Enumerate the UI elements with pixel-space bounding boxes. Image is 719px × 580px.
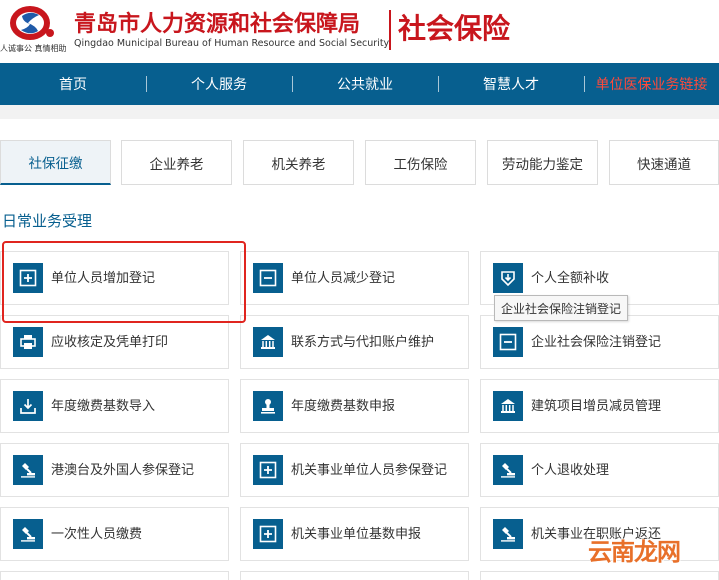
nav-spacer bbox=[0, 105, 719, 119]
import-icon bbox=[13, 391, 43, 421]
bank-icon bbox=[253, 327, 283, 357]
tab-social-insurance-collection[interactable]: 社保征缴 bbox=[0, 140, 111, 185]
printer-icon bbox=[13, 327, 43, 357]
title-divider bbox=[389, 10, 391, 50]
card-label: 单位人员增加登记 bbox=[51, 270, 156, 286]
card-label: 建筑项目增员减员管理 bbox=[531, 398, 662, 414]
card-label: 一次性人员缴费 bbox=[51, 526, 143, 542]
card-label: 单位人员减少登记 bbox=[291, 270, 396, 286]
card-label: 个人全额补收 bbox=[531, 270, 610, 286]
tooltip: 企业社会保险注销登记 bbox=[494, 295, 629, 321]
card-one-time-payment[interactable]: 一次性人员缴费 bbox=[0, 507, 229, 561]
nav-item-home[interactable]: 首页 bbox=[0, 63, 146, 105]
card-label: 港澳台及外国人参保登记 bbox=[51, 462, 195, 478]
tab-work-injury-insurance[interactable]: 工伤保险 bbox=[365, 140, 476, 185]
card-row-partial bbox=[240, 571, 469, 580]
card-contact-and-deduction-account[interactable]: 联系方式与代扣账户维护 bbox=[240, 315, 469, 369]
logo-slogan: 人诚事公 真情相助 bbox=[0, 44, 67, 53]
card-label: 机关事业单位人员参保登记 bbox=[291, 462, 448, 478]
site-subtitle: Qingdao Municipal Bureau of Human Resour… bbox=[74, 38, 390, 49]
card-row-partial bbox=[0, 571, 229, 580]
watermark: 云南龙网 bbox=[588, 538, 681, 566]
bank-icon bbox=[493, 391, 523, 421]
site-title[interactable]: 青岛市人力资源和社会保障局 bbox=[74, 6, 360, 38]
card-label: 个人退收处理 bbox=[531, 462, 610, 478]
card-row-partial bbox=[480, 571, 719, 580]
add-box-icon bbox=[253, 519, 283, 549]
card-construction-project-staff-management[interactable]: 建筑项目增员减员管理 bbox=[480, 379, 719, 433]
card-label: 应收核定及凭单打印 bbox=[51, 334, 169, 350]
minus-box-icon bbox=[493, 327, 523, 357]
download-shield-icon bbox=[493, 263, 523, 293]
card-receivable-verification-print[interactable]: 应收核定及凭单打印 bbox=[0, 315, 229, 369]
stamp-icon bbox=[13, 519, 43, 549]
stamp-icon bbox=[13, 455, 43, 485]
section-title-social-insurance: 社会保险 bbox=[398, 12, 511, 45]
section-heading-daily-business: 日常业务受理 bbox=[2, 212, 93, 230]
bureau-logo-icon[interactable] bbox=[6, 4, 62, 42]
card-institution-base-declaration[interactable]: 机关事业单位基数申报 bbox=[240, 507, 469, 561]
nav-item-personal-services[interactable]: 个人服务 bbox=[146, 63, 292, 105]
card-remove-employee-registration[interactable]: 单位人员减少登记 bbox=[240, 251, 469, 305]
tab-institution-pension[interactable]: 机关养老 bbox=[243, 140, 354, 185]
tab-enterprise-pension[interactable]: 企业养老 bbox=[121, 140, 232, 185]
card-enterprise-insurance-cancellation[interactable]: 企业社会保险注销登记 bbox=[480, 315, 719, 369]
card-personal-refund-processing[interactable]: 个人退收处理 bbox=[480, 443, 719, 497]
card-institution-staff-enrollment[interactable]: 机关事业单位人员参保登记 bbox=[240, 443, 469, 497]
tab-fast-track[interactable]: 快速通道 bbox=[609, 140, 719, 185]
card-annual-base-import[interactable]: 年度缴费基数导入 bbox=[0, 379, 229, 433]
card-label: 年度缴费基数导入 bbox=[51, 398, 156, 414]
card-label: 联系方式与代扣账户维护 bbox=[291, 334, 435, 350]
nav-item-public-employment[interactable]: 公共就业 bbox=[292, 63, 438, 105]
card-label: 年度缴费基数申报 bbox=[291, 398, 396, 414]
tab-labor-capacity-appraisal[interactable]: 劳动能力鉴定 bbox=[487, 140, 598, 185]
stamp-icon bbox=[253, 391, 283, 421]
stamp-icon bbox=[493, 455, 523, 485]
add-box-icon bbox=[13, 263, 43, 293]
card-hk-macao-taiwan-foreigner-registration[interactable]: 港澳台及外国人参保登记 bbox=[0, 443, 229, 497]
minus-box-icon bbox=[253, 263, 283, 293]
category-tabs: 社保征缴 企业养老 机关养老 工伤保险 劳动能力鉴定 快速通道 bbox=[0, 140, 719, 185]
nav-item-medical-insurance-link[interactable]: 单位医保业务链接 bbox=[584, 63, 719, 105]
nav-item-smart-talent[interactable]: 智慧人才 bbox=[438, 63, 584, 105]
add-box-icon bbox=[253, 455, 283, 485]
card-label: 企业社会保险注销登记 bbox=[531, 334, 662, 350]
site-header: 人诚事公 真情相助 青岛市人力资源和社会保障局 Qingdao Municipa… bbox=[0, 0, 719, 62]
card-add-employee-registration[interactable]: 单位人员增加登记 bbox=[0, 251, 229, 305]
card-annual-base-declaration[interactable]: 年度缴费基数申报 bbox=[240, 379, 469, 433]
card-label: 机关事业单位基数申报 bbox=[291, 526, 422, 542]
stamp-icon bbox=[493, 519, 523, 549]
main-nav: 首页 个人服务 公共就业 智慧人才 单位医保业务链接 bbox=[0, 63, 719, 105]
